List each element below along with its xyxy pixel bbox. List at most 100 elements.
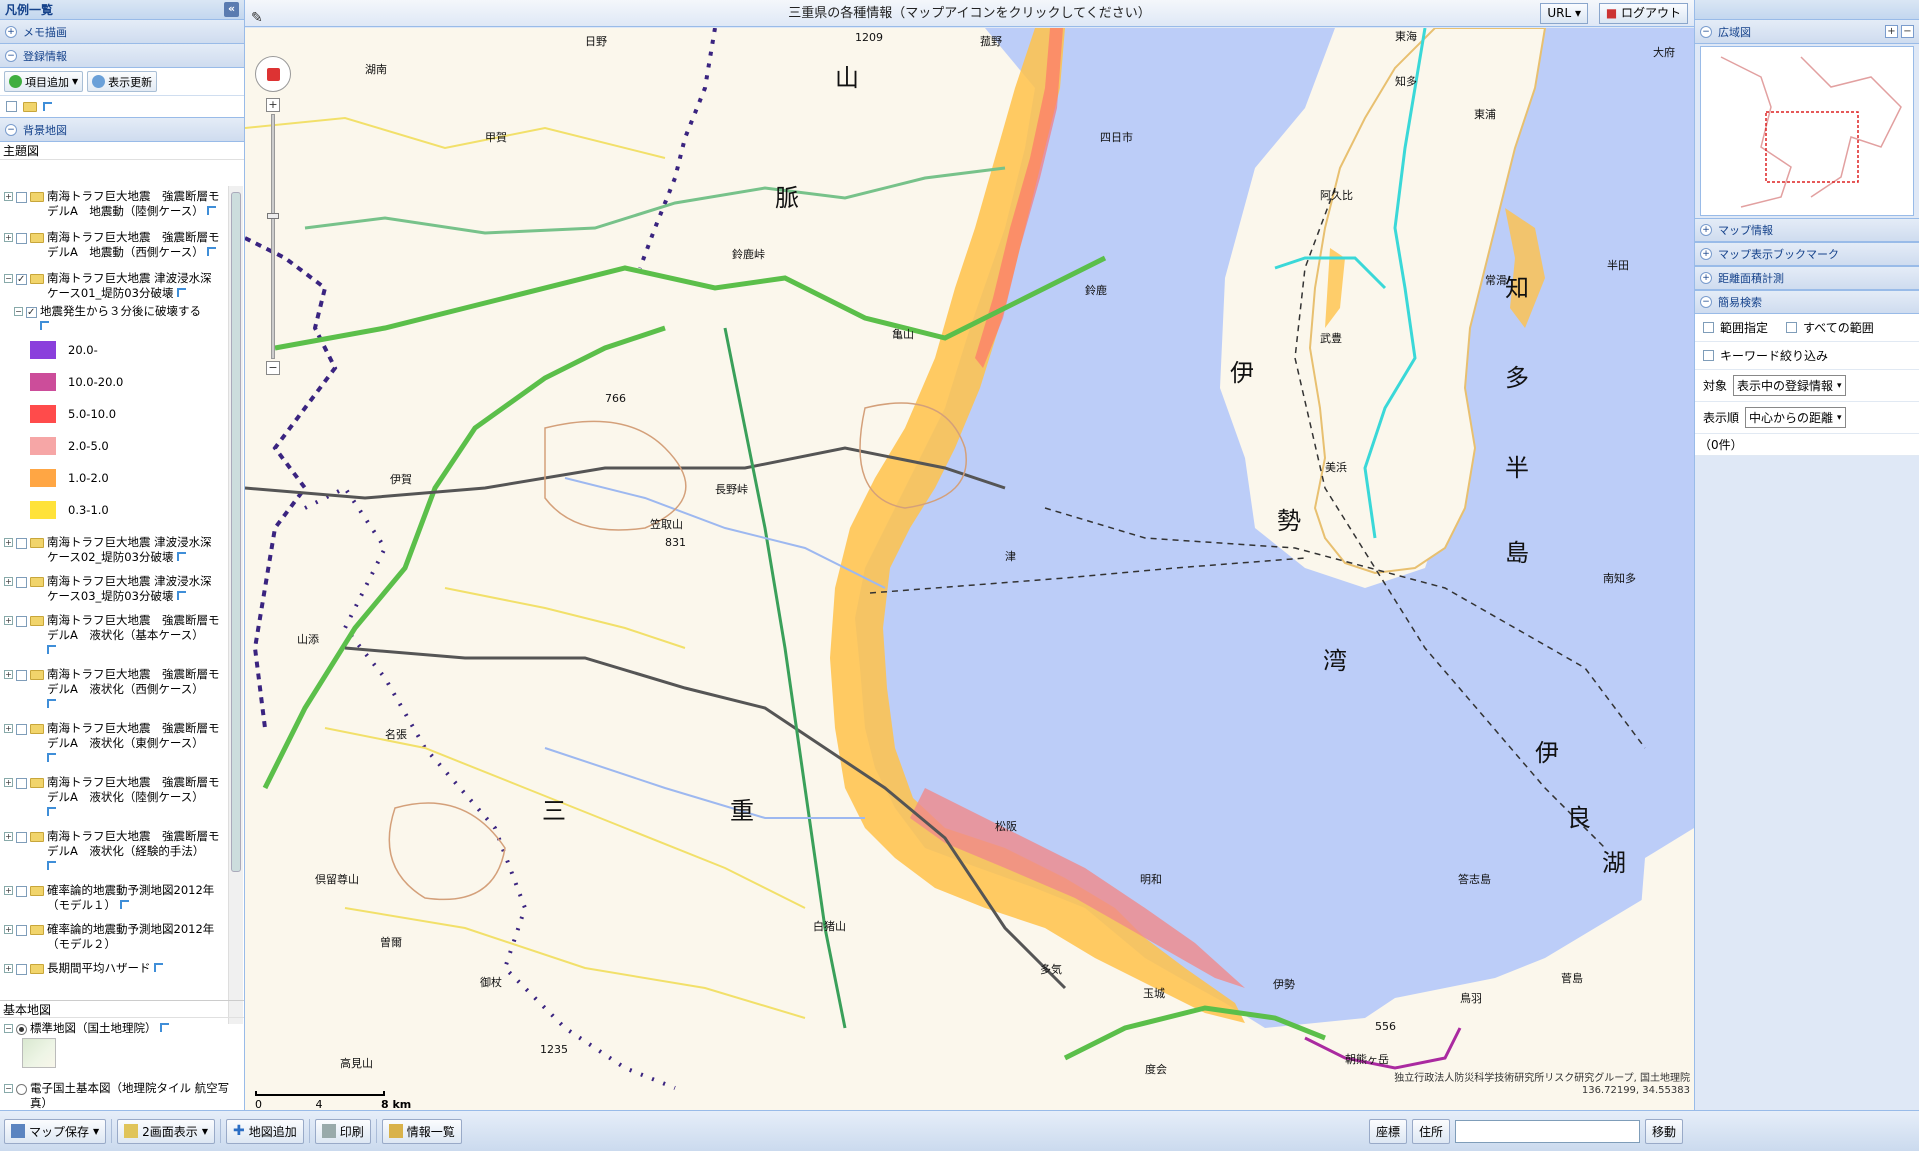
sublayer-checkbox[interactable] (26, 305, 37, 320)
save-map-button[interactable]: マップ保存 ▼ (4, 1118, 107, 1144)
layer-checkbox[interactable] (16, 616, 27, 627)
layer-item[interactable]: + 南海トラフ巨大地震 強震断層モデルA 地震動（陸側ケース） (0, 186, 228, 219)
logout-button[interactable]: ■ ログアウト (1598, 3, 1688, 24)
zoom-in-button[interactable]: + (266, 98, 280, 112)
layer-checkbox[interactable] (16, 538, 27, 549)
layer-item[interactable]: + 南海トラフ巨大地震 強震断層モデルA 液状化（経験的手法） (0, 826, 228, 874)
zoom-slider[interactable] (267, 114, 279, 359)
layer-item[interactable]: + 長期間平均ハザード (0, 958, 228, 976)
collapse-icon[interactable]: − (4, 1024, 13, 1033)
layer-checkbox[interactable] (16, 272, 27, 287)
layer-item[interactable]: + 確率論的地震動予測地図2012年（モデル２） (0, 919, 228, 952)
expand-icon[interactable]: + (4, 832, 13, 841)
coord-button[interactable]: 座標 (1368, 1118, 1407, 1144)
expand-icon[interactable]: + (4, 778, 13, 787)
layer-checkbox[interactable] (16, 192, 27, 203)
overview-section-header[interactable]: − 広域図 + − (1695, 20, 1919, 44)
zoom-to-icon[interactable] (154, 963, 164, 972)
zoom-to-icon[interactable] (160, 1023, 170, 1032)
layer-checkbox[interactable] (16, 925, 27, 936)
layer-item[interactable]: + 確率論的地震動予測地図2012年（モデル１） (0, 880, 228, 913)
expand-icon[interactable]: + (4, 964, 13, 973)
zoom-slider-knob[interactable] (267, 213, 279, 219)
layer-item[interactable]: + 南海トラフ巨大地震 強震断層モデルA 液状化（東側ケース） (0, 718, 228, 766)
base-layer-item[interactable]: − 標準地図（国土地理院） (0, 1018, 244, 1036)
memo-section-header[interactable]: + メモ描画 (0, 20, 244, 44)
overview-map[interactable] (1700, 46, 1914, 216)
print-button[interactable]: 印刷 (314, 1118, 371, 1144)
layer-item[interactable]: + 南海トラフ巨大地震 強震断層モデルA 液状化（基本ケース） (0, 610, 228, 658)
bookmark-section[interactable]: + マップ表示ブックマーク (1695, 242, 1919, 266)
add-map-button[interactable]: ✚ 地図追加 (225, 1118, 304, 1144)
base-layer-radio[interactable] (16, 1084, 27, 1095)
layer-checkbox[interactable] (16, 964, 27, 975)
move-button[interactable]: 移動 (1644, 1118, 1683, 1144)
layer-checkbox[interactable] (16, 670, 27, 681)
layer-checkbox[interactable] (16, 778, 27, 789)
target-select[interactable]: 表示中の登録情報 ▾ (1733, 375, 1846, 396)
registered-checkbox[interactable] (6, 101, 17, 112)
zoom-to-icon[interactable] (47, 645, 56, 654)
layer-checkbox[interactable] (16, 577, 27, 588)
zoom-to-icon[interactable] (177, 552, 187, 561)
address-button[interactable]: 住所 (1411, 1118, 1450, 1144)
layer-item[interactable]: + 南海トラフ巨大地震 津波浸水深 ケース02_堤防03分破壊 (0, 532, 228, 565)
expand-icon[interactable]: + (4, 724, 13, 733)
expand-icon[interactable]: + (4, 233, 13, 242)
expand-icon[interactable]: + (4, 192, 13, 201)
zoom-out-icon[interactable]: − (1901, 25, 1914, 38)
all-range-checkbox[interactable] (1786, 322, 1798, 333)
zoom-to-icon[interactable] (47, 753, 56, 762)
location-input[interactable] (1454, 1119, 1640, 1143)
expand-icon[interactable]: + (4, 538, 13, 547)
layer-list-scrollbar[interactable] (228, 186, 243, 1024)
layer-item[interactable]: − 南海トラフ巨大地震 津波浸水深 ケース01_堤防03分破壊 (0, 268, 228, 301)
base-layer-radio[interactable] (16, 1024, 27, 1035)
layer-checkbox[interactable] (16, 832, 27, 843)
measure-section[interactable]: + 距離面積計測 (1695, 266, 1919, 290)
zoom-to-icon[interactable] (207, 206, 217, 215)
expand-icon[interactable]: + (4, 925, 13, 934)
zoom-to-icon[interactable] (119, 900, 129, 909)
map-info-section[interactable]: + マップ情報 (1695, 218, 1919, 242)
registered-section-header[interactable]: − 登録情報 (0, 44, 244, 68)
layer-checkbox[interactable] (16, 724, 27, 735)
expand-icon[interactable]: + (4, 670, 13, 679)
collapse-icon[interactable]: − (4, 274, 13, 283)
zoom-to-icon[interactable] (207, 247, 217, 256)
add-item-button[interactable]: 項目追加 ▼ (4, 71, 84, 92)
expand-icon[interactable]: + (4, 886, 13, 895)
zoom-to-icon[interactable] (47, 807, 56, 816)
base-layer-item[interactable]: − 電子国土基本図（地理院タイル 航空写真） (0, 1078, 244, 1110)
zoom-to-icon[interactable] (177, 591, 187, 600)
layer-checkbox[interactable] (16, 233, 27, 244)
zoom-to-icon[interactable] (177, 288, 187, 297)
layer-item[interactable]: + 南海トラフ巨大地震 津波浸水深 ケース03_堤防03分破壊 (0, 571, 228, 604)
refresh-button[interactable]: 表示更新 (87, 71, 158, 92)
zoom-to-icon[interactable] (47, 861, 56, 870)
pan-control[interactable] (255, 56, 291, 92)
zoom-to-icon[interactable] (47, 699, 56, 708)
layer-item[interactable]: + 南海トラフ巨大地震 強震断層モデルA 液状化（陸側ケース） (0, 772, 228, 820)
background-section-header[interactable]: − 背景地図 (0, 118, 244, 142)
zoom-to-icon[interactable] (43, 102, 52, 111)
expand-icon[interactable]: + (4, 616, 13, 625)
sublayer-item[interactable]: − 地震発生から３分後に破壊する (0, 301, 228, 334)
info-list-button[interactable]: 情報一覧 (381, 1118, 462, 1144)
collapse-icon[interactable]: − (14, 307, 23, 316)
zoom-in-icon[interactable]: + (1885, 25, 1898, 38)
dual-view-button[interactable]: 2画面表示 ▼ (117, 1118, 215, 1144)
home-icon[interactable] (267, 68, 280, 81)
zoom-to-icon[interactable] (40, 321, 49, 330)
map-canvas[interactable]: + − 日野 菰野 四日市 鈴鹿 亀山 甲賀 湖南 伊賀 名張 津 松阪 明和 … (245, 28, 1694, 1110)
simple-search-section[interactable]: − 簡易検索 (1695, 290, 1919, 314)
range-checkbox[interactable] (1703, 322, 1714, 333)
expand-icon[interactable]: + (4, 577, 13, 586)
collapse-icon[interactable]: « (224, 2, 239, 17)
layer-checkbox[interactable] (16, 886, 27, 897)
keyword-checkbox[interactable] (1703, 350, 1714, 361)
url-button[interactable]: URL ▾ (1540, 3, 1588, 24)
collapse-icon[interactable]: − (4, 1084, 13, 1093)
scrollbar-thumb[interactable] (231, 192, 241, 872)
layer-item[interactable]: + 南海トラフ巨大地震 強震断層モデルA 液状化（西側ケース） (0, 664, 228, 712)
